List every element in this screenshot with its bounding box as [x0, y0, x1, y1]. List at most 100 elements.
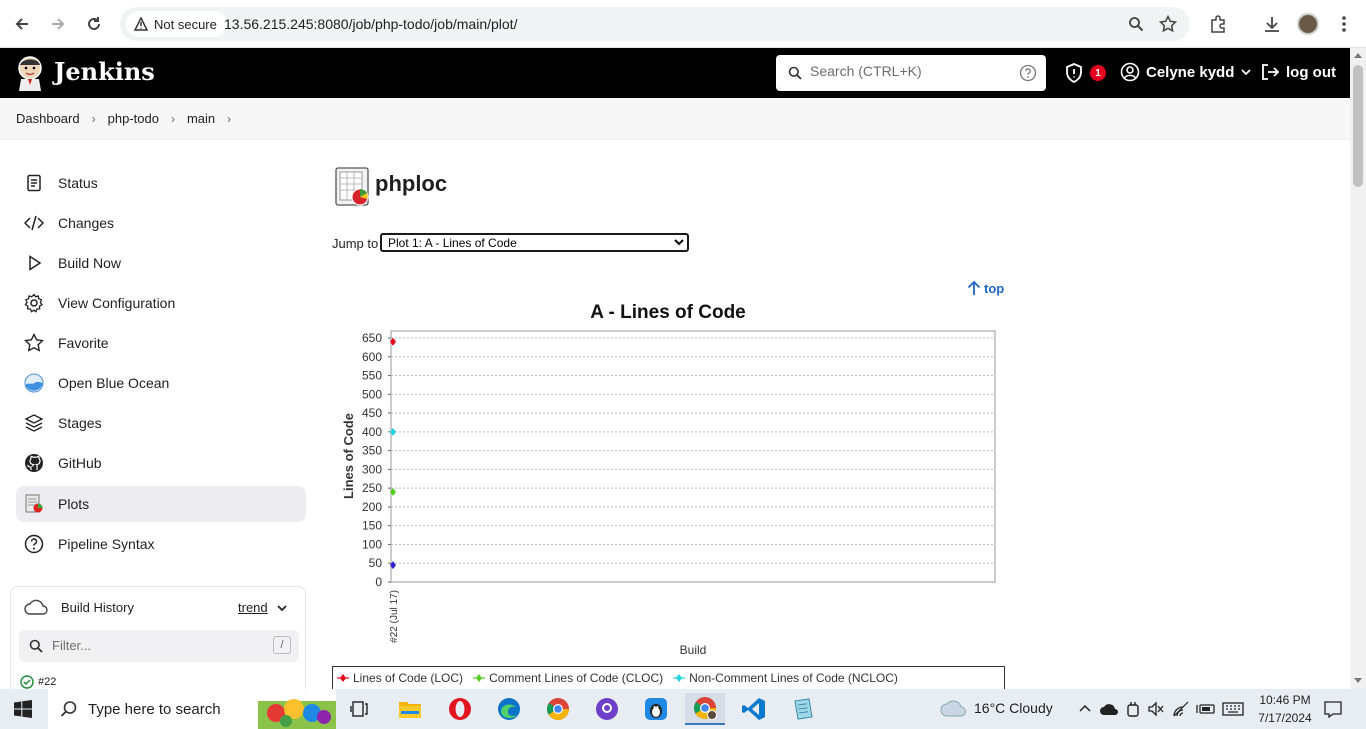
build-filter-input[interactable]: Filter...	[52, 638, 91, 653]
sidebar-item-label: Build Now	[58, 255, 122, 271]
jump-to-select[interactable]: Plot 1: A - Lines of Code	[380, 233, 689, 252]
security-shield-icon[interactable]	[1064, 63, 1084, 83]
sidebar-item-label: Favorite	[58, 335, 109, 351]
build-history-panel: Build History trend Filter... / #22	[10, 586, 306, 696]
bookmark-star-icon[interactable]	[1158, 14, 1178, 34]
page-scrollbar[interactable]	[1350, 48, 1366, 689]
task-view-icon[interactable]	[340, 693, 380, 725]
github-desktop-icon[interactable]	[587, 693, 627, 725]
lines-of-code-chart: A - Lines of Code 0 50 100 150 200 250 300 350 4…	[341, 302, 996, 657]
logout-link[interactable]: log out	[1260, 62, 1336, 82]
sidebar-item-label: Plots	[58, 496, 90, 512]
y-tick-label: 50	[369, 556, 383, 570]
reload-icon[interactable]	[82, 12, 106, 36]
sidebar-item-stages[interactable]: Stages	[16, 405, 306, 441]
legend-item: Comment Lines of Code (CLOC)	[473, 671, 663, 685]
legend-item: Non-Comment Lines of Code (NCLOC)	[673, 671, 898, 685]
build-link[interactable]: #22	[38, 676, 56, 688]
jenkins-logo-icon[interactable]	[16, 55, 44, 91]
security-label: Not secure	[154, 16, 217, 32]
scroll-down-icon[interactable]	[1354, 678, 1362, 684]
build-filter-field[interactable]: Filter... /	[19, 630, 299, 662]
brand-name[interactable]: Jenkins	[54, 57, 155, 86]
clock-date: 7/17/2024	[1258, 711, 1312, 725]
play-icon	[24, 253, 44, 273]
zoom-icon[interactable]	[1126, 14, 1146, 34]
back-icon[interactable]	[10, 12, 34, 36]
extensions-icon[interactable]	[1206, 12, 1230, 36]
alert-count-badge[interactable]: 1	[1090, 65, 1106, 81]
sidebar-item-open-blue-ocean[interactable]: Open Blue Ocean	[16, 365, 306, 401]
sidebar-item-label: Status	[58, 175, 98, 191]
opera-icon[interactable]	[440, 693, 480, 725]
chevron-right-icon[interactable]: ›	[227, 112, 231, 126]
system-clock[interactable]: 10:46 PM 7/17/2024	[1250, 691, 1320, 727]
search-icon	[60, 700, 78, 718]
file-explorer-icon[interactable]	[390, 693, 430, 725]
chrome-active-icon[interactable]	[685, 693, 725, 725]
battery-icon[interactable]	[1196, 701, 1216, 717]
address-bar[interactable]: Not secure 13.56.215.245:8080/job/php-to…	[120, 7, 1190, 41]
legend-label: Lines of Code (LOC)	[353, 671, 464, 685]
chevron-down-icon[interactable]	[276, 602, 288, 614]
logout-icon	[1260, 62, 1280, 82]
sidebar-item-status[interactable]: Status	[16, 165, 306, 201]
notification-icon[interactable]	[1324, 700, 1342, 718]
y-tick-label: 300	[362, 462, 382, 476]
sidebar-item-plots[interactable]: Plots	[16, 486, 306, 522]
sidebar-item-view-configuration[interactable]: View Configuration	[16, 285, 306, 321]
wifi-icon[interactable]	[1172, 701, 1190, 717]
download-icon[interactable]	[1260, 12, 1284, 36]
search-input[interactable]	[810, 63, 1010, 79]
vscode-icon[interactable]	[734, 693, 774, 725]
status-icon	[24, 173, 44, 193]
gear-icon	[24, 293, 44, 313]
profile-avatar[interactable]	[1296, 12, 1320, 36]
speaker-muted-icon[interactable]	[1148, 701, 1164, 717]
logout-label: log out	[1286, 63, 1336, 81]
search-box[interactable]	[776, 55, 1046, 91]
user-menu[interactable]: Celyne kydd	[1120, 62, 1252, 82]
y-tick-label: 250	[362, 481, 382, 495]
chevron-up-icon[interactable]	[1078, 702, 1092, 716]
help-circle-icon[interactable]	[1019, 64, 1037, 82]
breadcrumb-main[interactable]: main	[187, 111, 215, 126]
sidebar-item-github[interactable]: GitHub	[16, 445, 306, 481]
x-axis-ticks: #22 (Jul 17)	[389, 590, 400, 643]
breadcrumb-php-todo[interactable]: php-todo	[108, 111, 159, 126]
forward-icon[interactable]	[46, 12, 70, 36]
sidebar-item-favorite[interactable]: Favorite	[16, 325, 306, 361]
chevron-right-icon: ›	[91, 111, 96, 126]
notes-app-icon[interactable]	[783, 693, 823, 725]
taskbar-search-input[interactable]: Type here to search	[88, 701, 221, 718]
onedrive-cloud-icon[interactable]	[1100, 702, 1118, 716]
help-icon	[24, 534, 44, 554]
sidebar-item-build-now[interactable]: Build Now	[16, 245, 306, 281]
scroll-up-icon[interactable]	[1354, 52, 1362, 58]
legend-marker-icon	[473, 674, 486, 682]
security-chip[interactable]: Not secure	[126, 11, 227, 37]
jenkins-header: Jenkins 1 Celyne kydd log out	[0, 48, 1350, 98]
edge-icon[interactable]	[489, 693, 529, 725]
usb-device-icon[interactable]	[1126, 701, 1140, 717]
sidebar-item-label: Changes	[58, 215, 115, 231]
warning-icon	[134, 17, 148, 31]
scroll-thumb[interactable]	[1353, 65, 1363, 187]
browser-menu-icon[interactable]	[1332, 12, 1356, 36]
build-history-title: Build History	[61, 600, 134, 615]
sidebar-item-changes[interactable]: Changes	[16, 205, 306, 241]
browser-toolbar: Not secure 13.56.215.245:8080/job/php-to…	[0, 0, 1366, 48]
chevron-right-icon: ›	[170, 111, 175, 126]
trend-link[interactable]: trend	[238, 600, 268, 615]
weather-widget[interactable]: 16°C Cloudy	[940, 699, 1053, 717]
penguin-app-icon[interactable]	[636, 693, 676, 725]
url-text[interactable]: 13.56.215.245:8080/job/php-todo/job/main…	[224, 16, 517, 32]
chrome-icon[interactable]	[538, 693, 578, 725]
y-tick-label: 450	[362, 406, 382, 420]
search-highlight-icon	[258, 691, 336, 729]
windows-start-icon[interactable]	[14, 700, 32, 718]
keyboard-icon[interactable]	[1222, 701, 1244, 717]
taskbar-search[interactable]: Type here to search	[48, 689, 336, 729]
breadcrumb-dashboard[interactable]: Dashboard	[16, 111, 80, 126]
sidebar-item-pipeline-syntax[interactable]: Pipeline Syntax	[16, 526, 306, 562]
